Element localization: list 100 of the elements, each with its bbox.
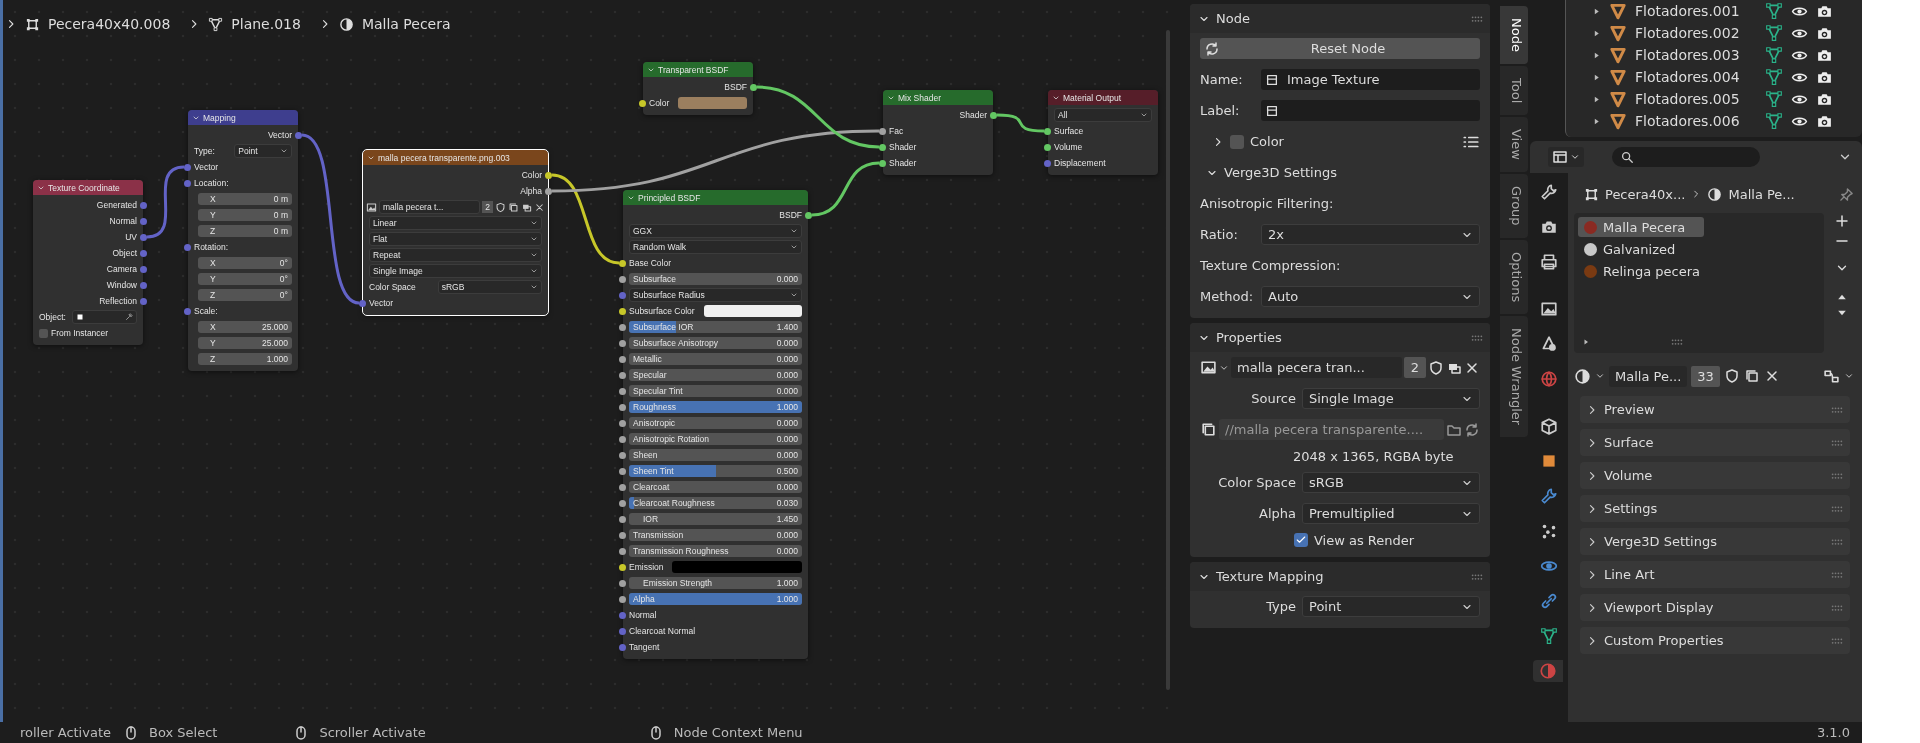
dropdown[interactable]: All: [1054, 108, 1152, 122]
socket-dot[interactable]: [619, 547, 626, 555]
dropdown[interactable]: sRGB: [1302, 472, 1480, 493]
material-slot[interactable]: Relinga pecera: [1578, 261, 1820, 281]
user-count[interactable]: 33: [1691, 365, 1720, 387]
socket-dot[interactable]: [639, 99, 646, 107]
socket-dot[interactable]: [545, 171, 552, 179]
expand-arrow-icon[interactable]: [1592, 6, 1601, 16]
reset-button[interactable]: Reset Node: [1200, 38, 1480, 59]
node-header[interactable]: Texture Coordinate: [33, 180, 143, 195]
socket-dot[interactable]: [619, 323, 626, 331]
dropdown[interactable]: Point: [1302, 596, 1480, 617]
socket-dot[interactable]: [619, 435, 626, 443]
image-icon[interactable]: [366, 201, 377, 213]
number-field[interactable]: X 0 m: [198, 193, 292, 205]
material-icon[interactable]: [1574, 367, 1591, 385]
socket-dot[interactable]: [619, 307, 626, 315]
text-field[interactable]: Image Texture: [1261, 69, 1480, 90]
node-header[interactable]: malla pecera transparente.png.003: [363, 150, 548, 165]
number-field[interactable]: Z 0 m: [198, 225, 292, 237]
mesh-icon[interactable]: [1765, 24, 1783, 42]
socket-dot[interactable]: [619, 275, 626, 283]
socket-dot[interactable]: [619, 451, 626, 459]
socket-dot[interactable]: [184, 179, 191, 187]
slider-field[interactable]: Anisotropic 0.000: [629, 417, 802, 429]
number-field[interactable]: Emission Strength 1.000: [629, 577, 802, 589]
slider-field[interactable]: Metallic 0.000: [629, 353, 802, 365]
subpanel-title[interactable]: Verge3D Settings: [1224, 165, 1337, 180]
number-field[interactable]: X 0°: [198, 257, 292, 269]
panel-header[interactable]: Settings: [1580, 495, 1850, 522]
printer-icon[interactable]: [1540, 253, 1558, 271]
socket-dot[interactable]: [750, 83, 757, 91]
dropdown[interactable]: Subsurface Radius: [629, 288, 802, 302]
slider-field[interactable]: Alpha 1.000: [629, 593, 802, 605]
expand-arrow-icon[interactable]: [1592, 94, 1601, 104]
shield-icon[interactable]: [1723, 368, 1740, 384]
text-field[interactable]: [1261, 100, 1480, 121]
dropdown[interactable]: Premultiplied: [1302, 503, 1480, 524]
number-field[interactable]: Y 0 m: [198, 209, 292, 221]
subpanel-title[interactable]: Color: [1250, 134, 1284, 149]
checkbox[interactable]: [1294, 533, 1308, 547]
mesh-icon[interactable]: [1765, 46, 1783, 64]
picture-icon[interactable]: [1540, 300, 1558, 318]
slider-field[interactable]: Subsurface 0.000: [629, 273, 802, 285]
dots-icon[interactable]: [1540, 522, 1558, 540]
node-header[interactable]: Mix Shader: [883, 90, 993, 105]
node-header[interactable]: Material Output: [1048, 90, 1158, 105]
breadcrumb-item[interactable]: Pecera40x...: [1605, 186, 1686, 202]
mesh-icon[interactable]: [1540, 627, 1558, 645]
expand-arrow-icon[interactable]: [1592, 28, 1601, 38]
expand-arrow-icon[interactable]: [1592, 116, 1601, 126]
dropdown[interactable]: 2x: [1261, 224, 1480, 245]
outliner-item[interactable]: Flotadores.006: [1635, 113, 1755, 129]
panel-header[interactable]: Node: [1190, 4, 1490, 33]
slider-field[interactable]: Subsurface Anisotropy 0.000: [629, 337, 802, 349]
slider-field[interactable]: Specular Tint 0.000: [629, 385, 802, 397]
dropdown[interactable]: Single Image: [1302, 388, 1480, 409]
outliner-item[interactable]: Flotadores.004: [1635, 69, 1755, 85]
socket-dot[interactable]: [619, 579, 626, 587]
node-header[interactable]: Principled BSDF: [623, 190, 808, 205]
socket-dot[interactable]: [184, 163, 191, 171]
filepath-field[interactable]: //malla pecera transparente....: [1219, 419, 1444, 440]
chevron-icon[interactable]: [1844, 371, 1854, 381]
number-field[interactable]: Z 0°: [198, 289, 292, 301]
wrench-icon[interactable]: [1540, 487, 1558, 505]
panel-header[interactable]: Custom Properties: [1580, 627, 1850, 654]
socket-dot[interactable]: [545, 187, 552, 195]
globe-icon[interactable]: [1540, 370, 1558, 388]
socket-dot[interactable]: [140, 249, 147, 257]
socket-dot[interactable]: [619, 483, 626, 491]
socket-dot[interactable]: [619, 371, 626, 379]
slider-field[interactable]: Subsurface IOR 1.400: [629, 321, 802, 333]
outliner-item[interactable]: Flotadores.005: [1635, 91, 1755, 107]
socket-dot[interactable]: [879, 159, 886, 167]
color-swatch[interactable]: [678, 97, 747, 109]
chevron-icon[interactable]: [1595, 371, 1605, 381]
outliner-item[interactable]: Flotadores.001: [1635, 3, 1755, 19]
object-field[interactable]: [71, 310, 137, 324]
close-icon[interactable]: [534, 201, 545, 213]
slider-field[interactable]: Roughness 1.000: [629, 401, 802, 413]
slider-field[interactable]: Sheen 0.000: [629, 449, 802, 461]
sidebar-tab[interactable]: Group: [1500, 174, 1528, 238]
reload-icon[interactable]: [1464, 421, 1480, 438]
checkbox[interactable]: [1230, 134, 1244, 149]
pin-icon[interactable]: [1839, 186, 1854, 202]
panel-header[interactable]: Volume: [1580, 462, 1850, 489]
socket-dot[interactable]: [805, 211, 812, 219]
socket-dot[interactable]: [1044, 143, 1051, 151]
socket-dot[interactable]: [619, 291, 626, 299]
slider-field[interactable]: Transmission Roughness 0.000: [629, 545, 802, 557]
dropdown[interactable]: GGX: [629, 224, 802, 238]
add-icon[interactable]: [1834, 213, 1850, 229]
panel-header[interactable]: Viewport Display: [1580, 594, 1850, 621]
shield-icon[interactable]: [495, 201, 506, 213]
outliner-item[interactable]: Flotadores.003: [1635, 47, 1755, 63]
socket-dot[interactable]: [990, 111, 997, 119]
socket-dot[interactable]: [619, 643, 626, 651]
sidebar-tab[interactable]: Node Wrangler: [1500, 315, 1528, 437]
socket-dot[interactable]: [619, 515, 626, 523]
mesh-icon[interactable]: [1765, 112, 1783, 130]
